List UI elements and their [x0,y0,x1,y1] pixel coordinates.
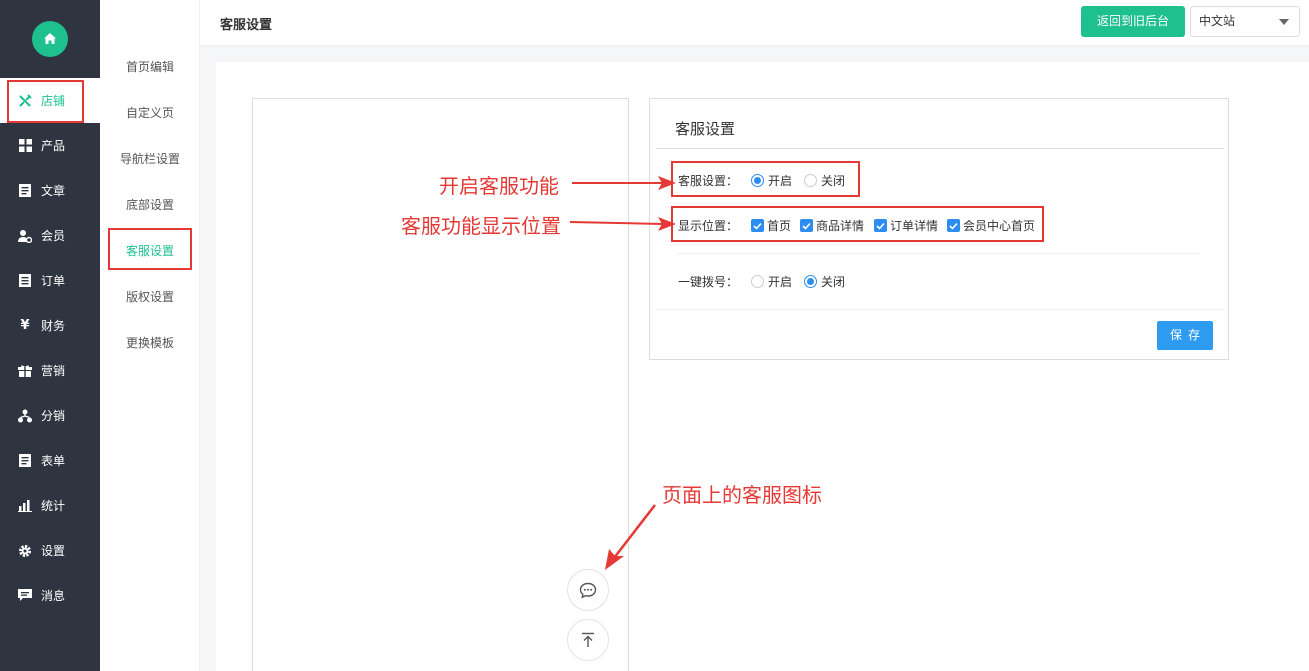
tools-icon [18,93,32,108]
panel-title: 客服设置 [675,120,736,138]
check-icon [876,222,885,230]
section-divider [678,253,1200,254]
panel-footer-divider [656,309,1224,310]
sidebar-item-label: 设置 [41,544,66,558]
language-select-value: 中文站 [1199,14,1236,28]
chat-icon [579,582,597,599]
display-position-label: 显示位置： [678,219,739,233]
order-icon [18,274,32,288]
sidebar-item-distribution[interactable]: 分销 [0,393,100,438]
customer-service-float-button[interactable] [567,569,609,611]
service-setting-label: 客服设置： [678,174,739,188]
sidebar-item-label: 会员 [41,229,66,243]
check-icon [802,222,811,230]
save-button[interactable]: 保存 [1157,321,1213,350]
form-icon [18,454,32,468]
position-product-detail-checkbox[interactable] [800,219,813,232]
arrow-up-icon [582,632,594,647]
dial-off-radio[interactable] [804,275,817,288]
user-icon [18,229,32,243]
back-to-top-button[interactable] [567,619,609,661]
document-icon [18,184,32,198]
yen-icon: ¥ [20,318,30,333]
sidebar-item-store[interactable]: 店铺 [0,78,100,123]
subnav-item-service-settings[interactable]: 客服设置 [100,241,200,261]
dial-off-label: 关闭 [821,275,846,289]
annotation-service-icon: 页面上的客服图标 [662,483,822,507]
sidebar-item-message[interactable]: 消息 [0,573,100,618]
home-button[interactable] [32,21,68,57]
dial-on-radio[interactable] [751,275,764,288]
back-to-old-admin-button[interactable]: 返回到旧后台 [1081,6,1185,37]
gear-icon [18,544,32,558]
sidebar-item-order[interactable]: 订单 [0,258,100,303]
sidebar-item-label: 分销 [41,409,66,423]
position-home-checkbox[interactable] [751,219,764,232]
annotation-enable-service: 开启客服功能 [439,174,559,198]
hierarchy-icon [18,409,32,423]
position-member-center-label: 会员中心首页 [963,219,1036,233]
sidebar-item-product[interactable]: 产品 [0,123,100,168]
main-sidebar: 店铺 产品 文章 会员 订单 ¥ 财务 营销 分销 表单 统计 设置 消息 [0,0,100,671]
check-icon [753,222,762,230]
sidebar-item-label: 营销 [41,364,66,378]
annotation-display-position: 客服功能显示位置 [401,214,561,238]
position-home-label: 首页 [767,219,792,233]
panel-divider [656,148,1224,149]
message-icon [18,589,32,603]
position-member-center-checkbox[interactable] [947,219,960,232]
sidebar-item-label: 店铺 [41,94,66,108]
position-order-detail-checkbox[interactable] [874,219,887,232]
service-settings-panel: 客服设置 客服设置： 开启 关闭 显示位置： 首页 商品详情 订单详情 会员中心… [649,98,1229,360]
service-on-label: 开启 [768,174,793,188]
sidebar-item-member[interactable]: 会员 [0,213,100,258]
subnav-item-custom-page[interactable]: 自定义页 [100,103,200,123]
dial-on-label: 开启 [768,275,793,289]
grid-icon [18,139,32,153]
page-title: 客服设置 [220,18,273,33]
sidebar-item-label: 产品 [41,139,66,153]
gift-icon [18,364,32,378]
language-select[interactable]: 中文站 [1190,6,1300,37]
check-icon [949,222,958,230]
sidebar-item-label: 文章 [41,184,66,198]
subnav-item-footer-settings[interactable]: 底部设置 [100,195,200,215]
home-area [0,0,100,78]
sidebar-item-settings[interactable]: 设置 [0,528,100,573]
subnav-item-change-template[interactable]: 更换模板 [100,333,200,353]
subnav-item-navbar-settings[interactable]: 导航栏设置 [100,149,200,169]
sidebar-item-finance[interactable]: ¥ 财务 [0,303,100,348]
sidebar-item-form[interactable]: 表单 [0,438,100,483]
sidebar-item-statistics[interactable]: 统计 [0,483,100,528]
sidebar-item-label: 财务 [41,319,66,333]
sidebar-item-marketing[interactable]: 营销 [0,348,100,393]
sidebar-item-label: 消息 [41,589,66,603]
service-off-radio[interactable] [804,174,817,187]
chart-icon [18,499,32,513]
sub-navigation: 首页编辑 自定义页 导航栏设置 底部设置 客服设置 版权设置 更换模板 [100,0,200,671]
home-icon [44,33,56,44]
sidebar-item-label: 表单 [41,454,66,468]
sidebar-item-label: 统计 [41,499,66,513]
subnav-item-copyright-settings[interactable]: 版权设置 [100,287,200,307]
sidebar-item-article[interactable]: 文章 [0,168,100,213]
position-product-detail-label: 商品详情 [816,219,865,233]
sidebar-item-label: 订单 [41,274,66,288]
subnav-item-home-edit[interactable]: 首页编辑 [100,57,200,77]
caret-down-icon [1279,19,1289,25]
one-click-dial-label: 一键拨号： [678,275,739,289]
service-on-radio[interactable] [751,174,764,187]
top-header: 客服设置 返回到旧后台 中文站 [200,0,1309,46]
service-off-label: 关闭 [821,174,846,188]
position-order-detail-label: 订单详情 [890,219,939,233]
